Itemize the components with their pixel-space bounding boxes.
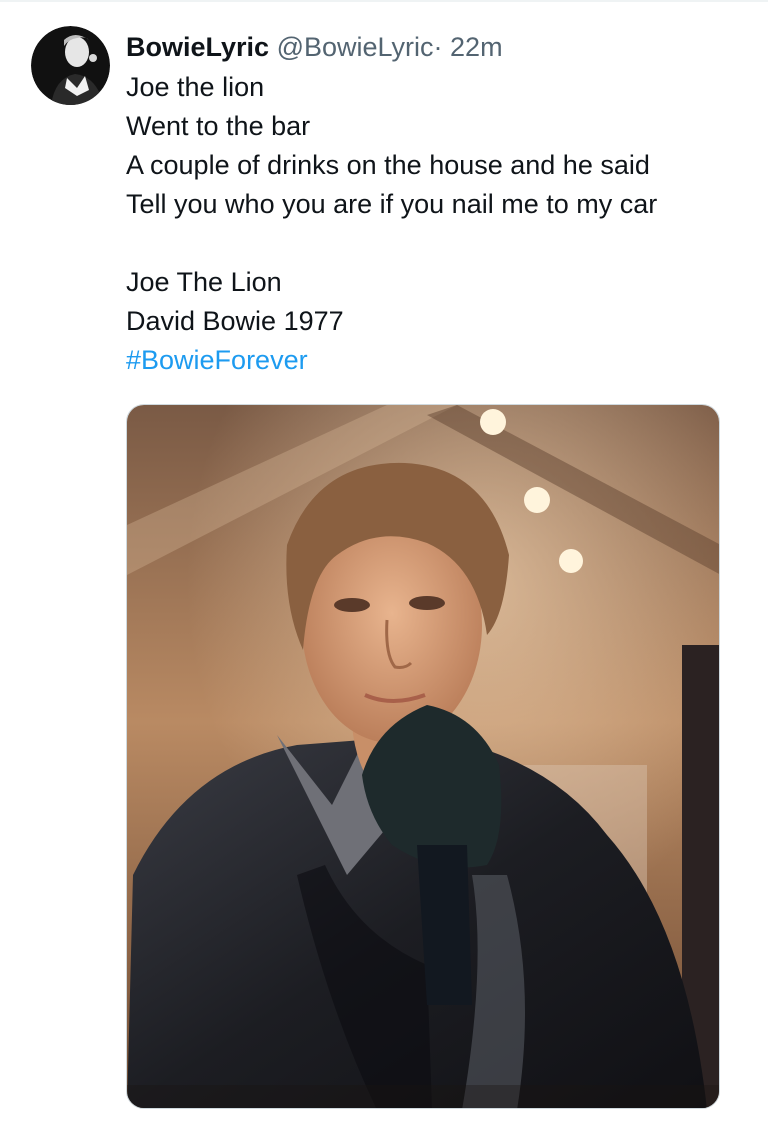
tweet-photo[interactable]	[126, 404, 720, 1109]
photo-image	[127, 405, 719, 1108]
tweet-line: Tell you who you are if you nail me to m…	[126, 189, 658, 219]
tweet-line: Joe the lion	[126, 72, 265, 102]
tweet-header: BowieLyric @BowieLyric· 22m	[126, 30, 746, 64]
tweet-text: Joe the lion Went to the bar A couple of…	[126, 68, 746, 380]
tweet-line: David Bowie 1977	[126, 306, 344, 336]
separator-dot: ·	[433, 32, 443, 62]
display-name[interactable]: BowieLyric	[126, 32, 269, 62]
hashtag-link[interactable]: #BowieForever	[126, 341, 746, 380]
avatar[interactable]	[31, 26, 110, 105]
timestamp[interactable]: 22m	[450, 32, 503, 62]
user-handle[interactable]: @BowieLyric	[277, 32, 434, 62]
tweet-line: Joe The Lion	[126, 267, 282, 297]
tweet-line: A couple of drinks on the house and he s…	[126, 150, 650, 180]
tweet-line: Went to the bar	[126, 111, 311, 141]
tweet-content: BowieLyric @BowieLyric· 22m Joe the lion…	[126, 30, 746, 380]
avatar-photo	[31, 26, 110, 105]
tweet[interactable]: BowieLyric @BowieLyric· 22m Joe the lion…	[0, 0, 768, 1129]
